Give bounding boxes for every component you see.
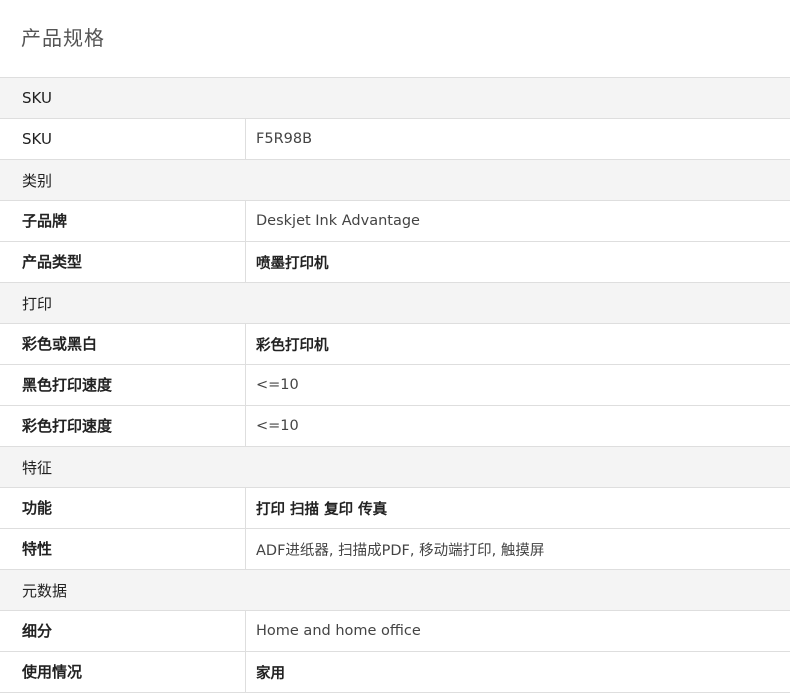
spec-label: 黑色打印速度 — [0, 365, 246, 405]
section-title: 元数据 — [22, 581, 68, 600]
section-header-sku: SKU — [0, 78, 790, 119]
specs-table: SKU SKU F5R98B 类别 子品牌 Deskjet Ink Advant… — [0, 77, 790, 693]
spec-row-product-type: 产品类型 喷墨打印机 — [0, 242, 790, 283]
section-header-print: 打印 — [0, 283, 790, 324]
spec-label: 细分 — [0, 611, 246, 651]
spec-label: 彩色打印速度 — [0, 406, 246, 446]
spec-row-functions: 功能 打印 扫描 复印 传真 — [0, 488, 790, 529]
spec-label: 产品类型 — [0, 242, 246, 282]
spec-value: 喷墨打印机 — [256, 255, 329, 272]
spec-row-black-speed: 黑色打印速度 <=10 — [0, 365, 790, 406]
spec-value: 家用 — [256, 665, 285, 682]
section-header-features: 特征 — [0, 447, 790, 488]
section-header-category: 类别 — [0, 160, 790, 201]
spec-value: Home and home office — [256, 623, 421, 639]
spec-label: 彩色或黑白 — [0, 324, 246, 364]
spec-row-segment: 细分 Home and home office — [0, 611, 790, 652]
section-title: SKU — [22, 89, 52, 107]
spec-value: ADF进纸器, 扫描成PDF, 移动端打印, 触摸屏 — [256, 542, 545, 559]
spec-label: 子品牌 — [0, 201, 246, 241]
spec-value: <=10 — [256, 418, 299, 434]
spec-value: Deskjet Ink Advantage — [256, 213, 420, 229]
spec-value: <=10 — [256, 377, 299, 393]
section-title: 类别 — [22, 171, 53, 190]
spec-label: 功能 — [0, 488, 246, 528]
spec-row-sub-brand: 子品牌 Deskjet Ink Advantage — [0, 201, 790, 242]
page-title: 产品规格 — [21, 26, 105, 50]
spec-row-color-speed: 彩色打印速度 <=10 — [0, 406, 790, 447]
product-specs-page: 产品规格 SKU SKU F5R98B 类别 子品牌 Deskjet Ink A… — [0, 0, 790, 700]
spec-value: 打印 扫描 复印 传真 — [256, 501, 388, 518]
section-title: 特征 — [22, 458, 53, 477]
spec-row-sku: SKU F5R98B — [0, 119, 790, 160]
spec-value: 彩色打印机 — [256, 337, 329, 354]
spec-row-usage: 使用情况 家用 — [0, 652, 790, 693]
spec-value: F5R98B — [256, 131, 313, 147]
section-title: 打印 — [22, 294, 53, 313]
spec-label: 使用情况 — [0, 652, 246, 692]
spec-label: SKU — [0, 119, 246, 159]
spec-label: 特性 — [0, 529, 246, 569]
spec-row-characteristics: 特性 ADF进纸器, 扫描成PDF, 移动端打印, 触摸屏 — [0, 529, 790, 570]
spec-row-color-mode: 彩色或黑白 彩色打印机 — [0, 324, 790, 365]
section-header-metadata: 元数据 — [0, 570, 790, 611]
